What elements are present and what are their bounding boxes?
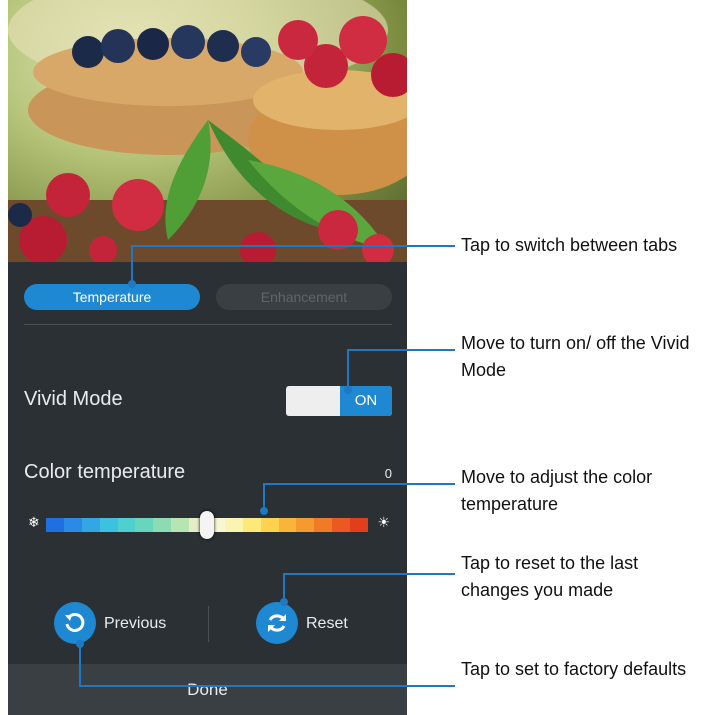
gradient-segment [278,518,297,532]
gradient-segment [117,518,136,532]
slider-thumb[interactable] [200,511,214,539]
color-temperature-label: Color temperature [24,461,186,483]
button-separator [208,606,209,642]
snowflake-icon: ❄ [28,515,40,531]
callout-temperature: Move to adjust the color temperature [461,467,653,514]
phone-screen: Temperature Enhancement Vivid Mode ON Co… [8,0,407,715]
gradient-segment [350,518,369,532]
done-button[interactable]: Done [8,664,407,715]
gradient-segment [260,518,279,532]
gradient-segment [242,518,261,532]
color-temperature-value: 0 [384,466,392,481]
gradient-segment [224,518,243,532]
vivid-mode-label: Vivid Mode [24,388,123,410]
gradient-segment [332,518,351,532]
preview-photo [8,0,407,262]
callout-previous: Tap to set to factory defaults [461,659,687,679]
gradient-segment [99,518,118,532]
callout-vivid: Move to turn on/ off the Vivid Mode [461,333,690,380]
color-temperature-slider[interactable]: ❄ ☀ [24,511,392,539]
sun-icon: ☀ [377,515,390,531]
gradient-segment [81,518,100,532]
gradient-segment [171,518,190,532]
refresh-icon [256,602,298,644]
vivid-mode-toggle[interactable]: ON [286,386,392,416]
gradient-segment [46,518,64,532]
gradient-segment [153,518,172,532]
reset-label: Reset [306,615,348,632]
callout-reset: Tap to reset to the last changes you mad… [461,553,639,600]
tab-enhancement[interactable]: Enhancement [216,284,392,310]
toggle-state: ON [340,386,392,416]
gradient-segment [296,518,315,532]
undo-icon [54,602,96,644]
gradient-segment [135,518,154,532]
reset-button[interactable]: Reset [256,602,376,650]
gradient-segment [314,518,333,532]
callout-tabs: Tap to switch between tabs [461,235,678,255]
previous-label: Previous [104,615,167,632]
done-label: Done [187,680,228,699]
tab-bar: Temperature Enhancement [24,284,392,310]
previous-button[interactable]: Previous [54,602,194,650]
divider [24,324,392,325]
tab-temperature[interactable]: Temperature [24,284,200,310]
gradient-segment [63,518,82,532]
